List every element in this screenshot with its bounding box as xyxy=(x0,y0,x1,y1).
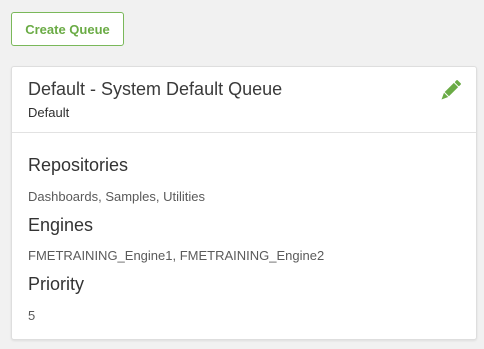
queue-title: Default - System Default Queue xyxy=(28,79,283,99)
engines-heading: Engines xyxy=(28,215,94,235)
pencil-icon[interactable] xyxy=(438,79,462,103)
repositories-heading: Repositories xyxy=(28,155,129,175)
engines-value: FMETRAINING_Engine1, FMETRAINING_Engine2 xyxy=(28,248,325,263)
priority-heading: Priority xyxy=(28,274,85,294)
queue-card-header: Default - System Default Queue Default xyxy=(12,67,476,133)
queue-subtitle: Default xyxy=(28,105,70,120)
repositories-value: Dashboards, Samples, Utilities xyxy=(28,189,206,204)
priority-value: 5 xyxy=(28,308,36,323)
create-queue-button[interactable]: Create Queue xyxy=(11,12,124,46)
queue-card: Default - System Default Queue Default R… xyxy=(11,66,477,340)
